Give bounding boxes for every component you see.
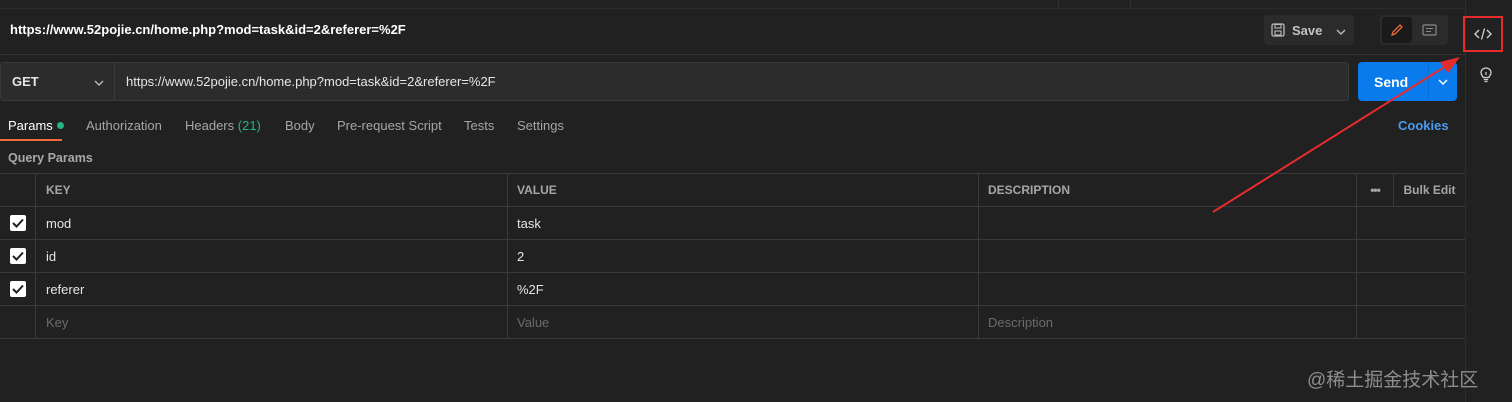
annotation-arrow bbox=[1212, 57, 1460, 213]
watermark: @稀土掘金技术社区 bbox=[1307, 370, 1479, 391]
